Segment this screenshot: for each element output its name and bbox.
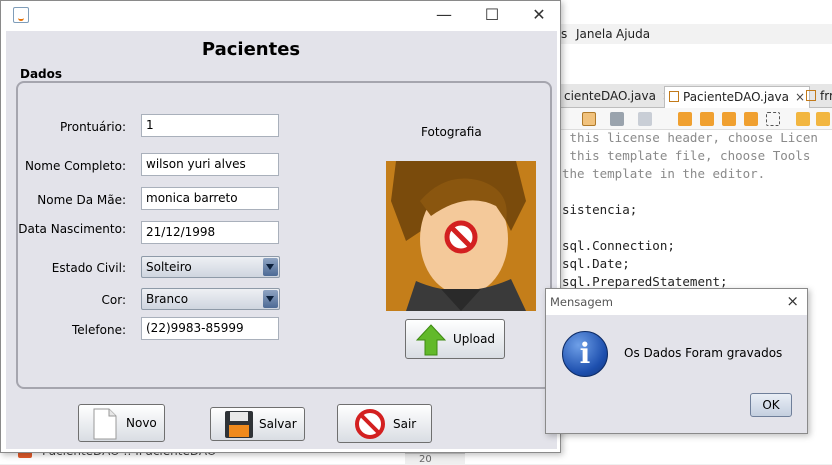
ide-editor-toolbar [560, 108, 832, 130]
chevron-down-icon[interactable] [263, 290, 278, 308]
estado-civil-select[interactable]: Solteiro [141, 256, 280, 278]
close-button[interactable]: × [786, 292, 799, 310]
ide-tab-cientedao[interactable]: cienteDAO.java× [560, 86, 676, 108]
toggle-icon[interactable] [638, 112, 652, 126]
history-icon[interactable] [610, 112, 624, 126]
section-label: Dados [20, 67, 63, 81]
novo-label: Novo [126, 416, 157, 430]
fotografia-label: Fotografia [421, 125, 482, 139]
nome-mae-label: Nome Da Mãe: [37, 193, 126, 207]
patient-photo [386, 161, 536, 311]
code-line: this license header, choose Licen [562, 130, 818, 145]
forbidden-icon [355, 409, 385, 439]
pacientes-window: — ☐ ✕ Pacientes Dados Prontuário: Nome C… [0, 0, 561, 453]
maximize-button[interactable]: ☐ [477, 5, 507, 25]
data-nascimento-label: Data Nascimento: [18, 222, 126, 236]
upload-label: Upload [453, 332, 496, 346]
rect-select-icon[interactable] [766, 112, 780, 126]
page-title: Pacientes [201, 39, 301, 60]
data-nascimento-field[interactable]: 21/12/1998 [141, 221, 279, 244]
minimize-button[interactable]: — [429, 5, 459, 25]
window-titlebar[interactable]: — ☐ ✕ [1, 1, 560, 31]
sair-label: Sair [393, 417, 417, 431]
search-next-icon[interactable] [700, 112, 714, 126]
chevron-down-icon[interactable] [263, 258, 278, 276]
next-bookmark-icon[interactable] [816, 112, 830, 126]
ide-menu-partial[interactable]: s [561, 27, 567, 41]
salvar-label: Salvar [259, 417, 297, 431]
prev-bookmark-icon[interactable] [796, 112, 810, 126]
estado-civil-value: Solteiro [146, 260, 192, 274]
ok-button[interactable]: OK [750, 393, 792, 417]
message-titlebar[interactable]: Mensagem × [546, 289, 807, 315]
code-line: the template in the editor. [562, 166, 766, 181]
line-gutter: 20 [405, 453, 465, 465]
code-line: this template file, choose Tools [562, 148, 811, 163]
sair-button[interactable]: Sair [337, 404, 432, 443]
search-select-icon[interactable] [722, 112, 736, 126]
telefone-field[interactable]: (22)9983-85999 [141, 317, 279, 340]
nome-completo-field[interactable]: wilson yuri alves [141, 153, 279, 176]
find-icon[interactable] [582, 112, 596, 126]
java-file-icon [806, 90, 816, 101]
form-content: Pacientes Dados Prontuário: Nome Complet… [6, 31, 557, 449]
ide-menubar: s Janela Ajuda [560, 24, 832, 44]
ide-tab-label: frm [820, 89, 832, 103]
ide-tab-label: cienteDAO.java [564, 89, 656, 103]
ide-tabbar: cienteDAO.java× PacienteDAO.java× frm [560, 84, 832, 108]
new-document-icon [93, 408, 117, 440]
message-body: i Os Dados Foram gravados OK [546, 315, 807, 433]
ide-tab-pacientedao[interactable]: PacienteDAO.java × [664, 86, 811, 108]
prontuario-label: Prontuário: [60, 120, 126, 134]
ide-menu-ajuda[interactable]: Ajuda [616, 27, 650, 41]
upload-button[interactable]: Upload [405, 319, 505, 359]
arrow-up-icon [416, 324, 446, 356]
ide-tab-frm[interactable]: frm [802, 86, 832, 108]
java-icon [13, 7, 29, 23]
floppy-disk-icon [225, 411, 253, 438]
close-button[interactable]: ✕ [524, 5, 554, 25]
code-line: sql.Date; [562, 256, 630, 271]
message-title: Mensagem [550, 295, 613, 309]
salvar-button[interactable]: Salvar [210, 407, 305, 441]
estado-civil-label: Estado Civil: [51, 261, 126, 275]
cor-select[interactable]: Branco [141, 288, 280, 310]
avatar-placeholder-icon [386, 161, 536, 311]
message-text: Os Dados Foram gravados [624, 346, 783, 360]
nome-completo-label: Nome Completo: [24, 159, 126, 173]
code-line: sql.Connection; [562, 238, 675, 253]
info-icon: i [562, 331, 608, 377]
code-editor[interactable]: this license header, choose Licen this t… [562, 130, 832, 310]
code-line: sistencia; [562, 202, 638, 217]
prontuario-field[interactable]: 1 [141, 114, 279, 137]
java-file-icon [669, 91, 679, 102]
novo-button[interactable]: Novo [78, 404, 165, 442]
search-prev-icon[interactable] [678, 112, 692, 126]
ide-menu-janela[interactable]: Janela [576, 27, 613, 41]
telefone-label: Telefone: [72, 323, 126, 337]
message-dialog: Mensagem × i Os Dados Foram gravados OK [545, 288, 808, 434]
cor-label: Cor: [101, 293, 127, 307]
nome-mae-field[interactable]: monica barreto [141, 187, 279, 210]
cor-value: Branco [146, 292, 189, 306]
line-number: 20 [419, 454, 432, 465]
highlight-icon[interactable] [744, 112, 758, 126]
ide-tab-label: PacienteDAO.java [683, 90, 790, 104]
